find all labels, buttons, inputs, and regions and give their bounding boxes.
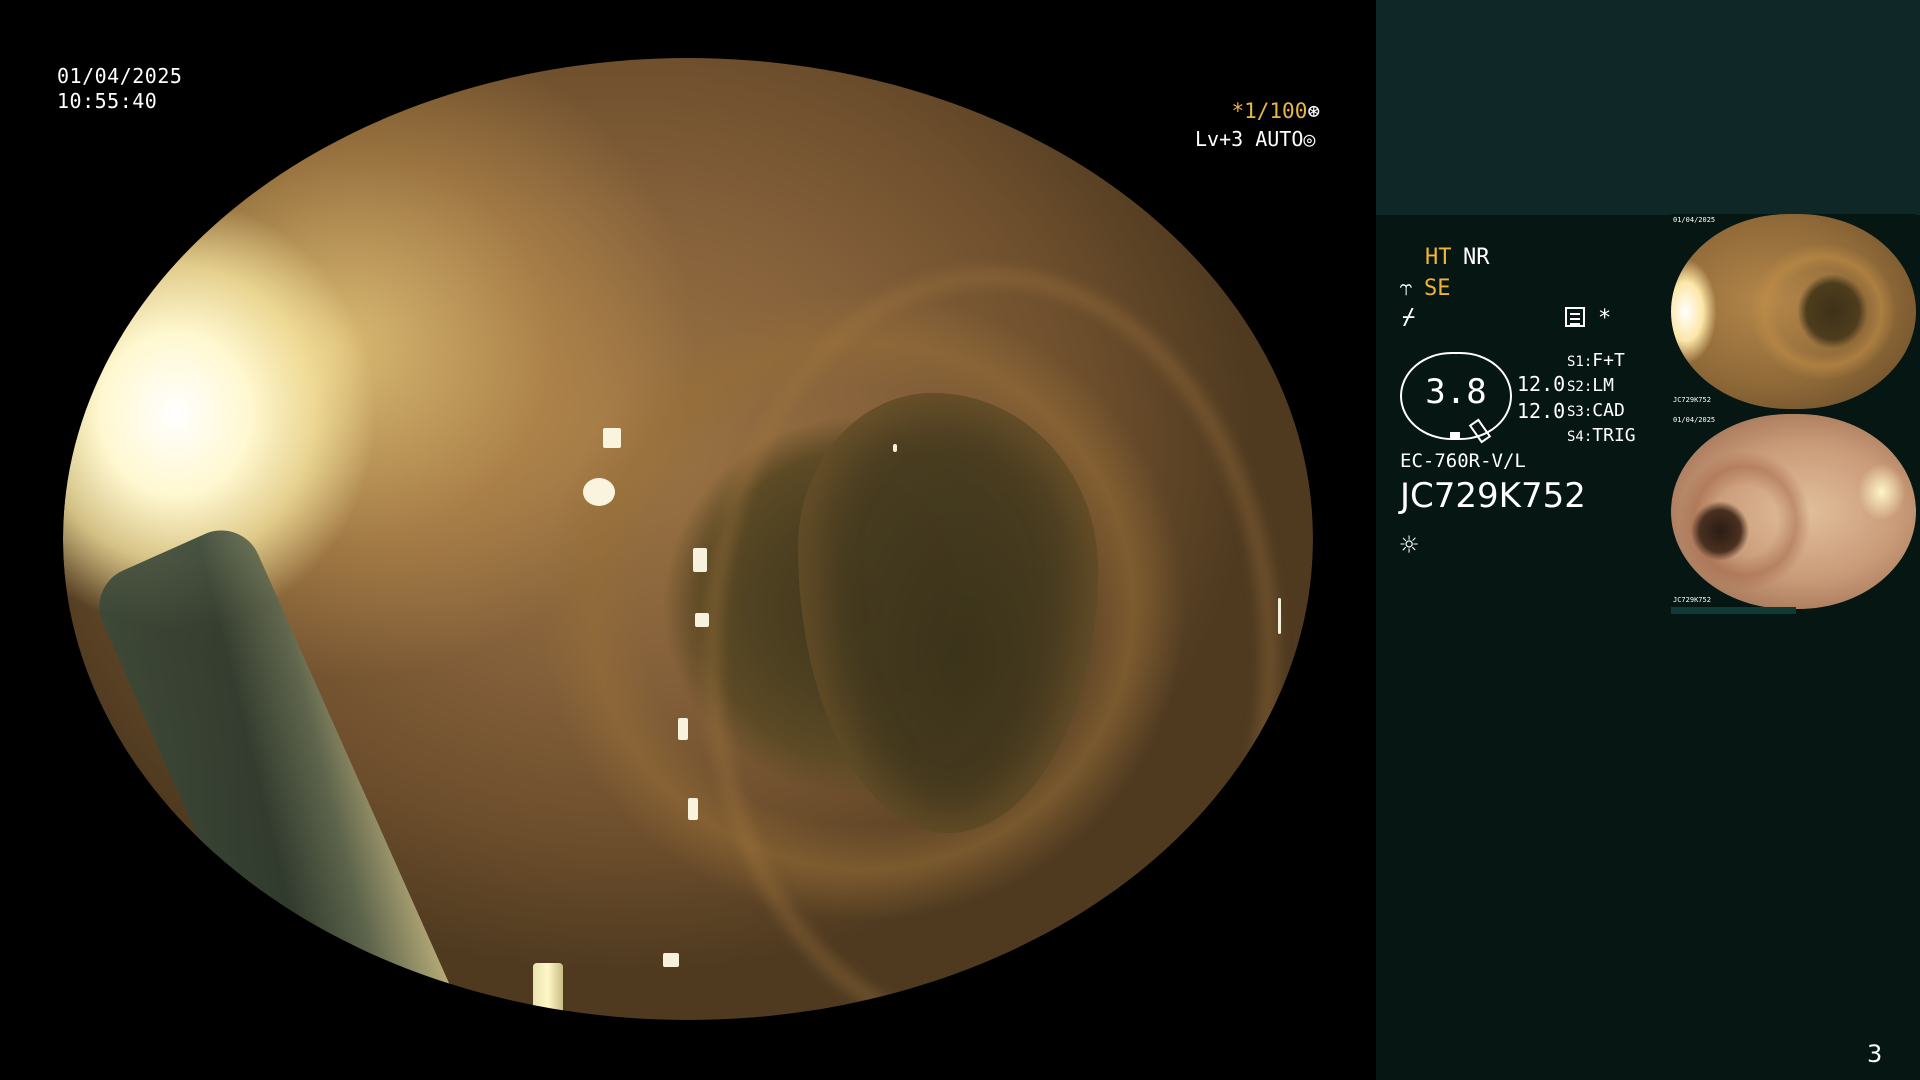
specular-glint <box>695 613 709 627</box>
setting-value-b: 12.0 <box>1517 399 1566 423</box>
thumbnail-date: 01/04/2025 <box>1673 216 1716 224</box>
ht-indicator: HT <box>1425 245 1452 270</box>
specular-glint <box>688 798 698 820</box>
specular-glint <box>1278 598 1281 634</box>
menu-icon <box>1565 307 1585 327</box>
switch-value: F+T <box>1592 350 1625 371</box>
capture-date: 01/04/2025 <box>57 64 183 88</box>
exposure-level-value: Lv+3 AUTO <box>1195 127 1304 151</box>
switch-s1: S1:F+T <box>1567 350 1625 371</box>
specular-glint <box>693 548 707 572</box>
scope-model: EC-760R-V/L <box>1400 450 1526 472</box>
enhancement-value: 3.8 <box>1425 372 1487 412</box>
exposure-level-readout: Lv+3 AUTO◎ <box>1195 127 1315 151</box>
aperture-icon: ⊛ <box>1307 99 1320 123</box>
switch-value: LM <box>1592 375 1614 396</box>
specular-glint <box>583 478 615 506</box>
setting-value-a: 12.0 <box>1517 372 1566 396</box>
page-number: 3 <box>1867 1040 1883 1068</box>
freeze-icon: ⌿ <box>1402 305 1416 330</box>
nr-indicator: NR <box>1463 245 1490 270</box>
switch-key: S2: <box>1567 379 1593 395</box>
specular-glint <box>603 428 621 448</box>
switch-s2: S2:LM <box>1567 375 1614 396</box>
switch-key: S1: <box>1567 354 1593 370</box>
captured-thumbnail[interactable]: 01/04/2025 JC729K752 <box>1671 414 1916 609</box>
instrument-tip <box>533 963 563 1020</box>
enhancement-marker <box>1450 432 1460 439</box>
scope-serial: JC729K752 <box>1400 476 1586 516</box>
thumbnail-image <box>1671 414 1916 609</box>
specular-glint <box>678 718 688 740</box>
thumbnail-serial: JC729K752 <box>1673 596 1711 604</box>
shutter-speed-value: *1/100 <box>1231 99 1308 123</box>
light-source-icon: ☼ <box>1400 528 1419 563</box>
thumbnail-progress-bar <box>1671 607 1796 614</box>
captured-thumbnail[interactable]: 01/04/2025 JC729K752 <box>1671 214 1916 409</box>
thumbnail-date: 01/04/2025 <box>1673 416 1716 424</box>
shutter-speed-readout: *1/100⊛ <box>1180 99 1320 123</box>
switch-value: CAD <box>1592 400 1625 421</box>
specular-glint <box>663 953 679 967</box>
endoscope-view <box>63 58 1313 1020</box>
switch-key: S3: <box>1567 404 1593 420</box>
switch-s3: S3:CAD <box>1567 400 1625 421</box>
specular-glint <box>893 444 897 452</box>
star-indicator: * <box>1598 306 1612 331</box>
thumbnail-image <box>1671 214 1916 409</box>
instrument-shaft <box>86 517 470 1020</box>
capture-time: 10:55:40 <box>57 89 158 113</box>
specular-glint <box>223 144 245 162</box>
auto-exposure-icon: ◎ <box>1303 127 1316 151</box>
switch-value: TRIG <box>1592 425 1636 446</box>
se-indicator: SE <box>1424 276 1451 301</box>
switch-key: S4: <box>1567 429 1593 445</box>
thumbnail-serial: JC729K752 <box>1673 396 1711 404</box>
switch-s4: S4:TRIG <box>1567 425 1636 446</box>
scope-mode-icon: ⥾ <box>1400 276 1413 301</box>
side-panel-header <box>1376 0 1920 215</box>
